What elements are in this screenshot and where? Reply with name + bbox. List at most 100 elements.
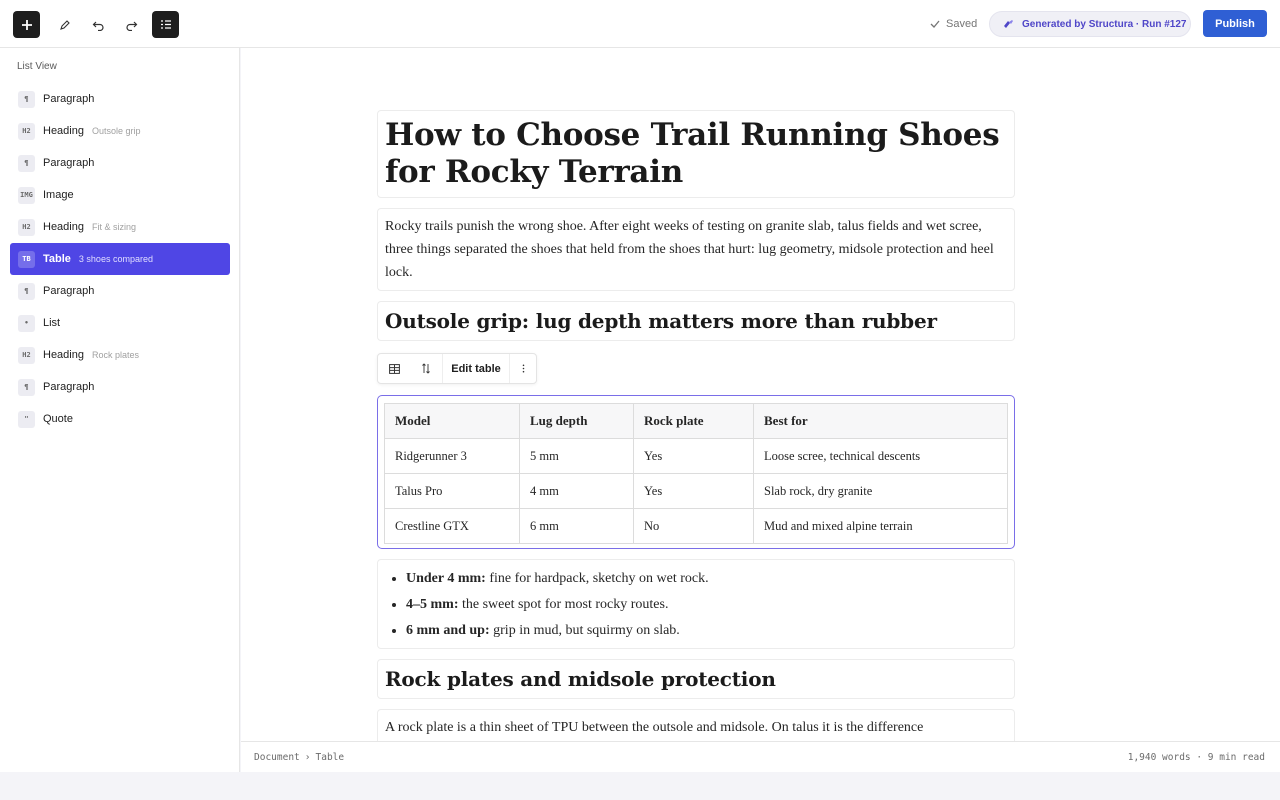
- sidebar-item-label: Heading: [43, 349, 84, 361]
- paragraph-icon: ¶: [18, 378, 35, 396]
- plus-icon: [21, 19, 32, 30]
- sidebar-item-paragraph[interactable]: ¶ Paragraph: [10, 371, 230, 403]
- sidebar-item-image[interactable]: IMG Image: [10, 179, 230, 211]
- shoe-comparison-table: Model Lug depth Rock plate Best for Ridg…: [384, 403, 1008, 544]
- breadcrumb-separator: ›: [304, 752, 311, 763]
- status-bar: Document › Table 1,940 words · 9 min rea…: [241, 741, 1280, 772]
- table-icon: [388, 363, 400, 374]
- sidebar-item-label: Paragraph: [43, 93, 95, 105]
- list-item-term: Under 4 mm:: [406, 571, 486, 586]
- table-cell[interactable]: No: [633, 508, 754, 544]
- table-header-cell[interactable]: Best for: [753, 403, 1008, 439]
- sidebar-item-label: Paragraph: [43, 157, 95, 169]
- table-cell[interactable]: Yes: [633, 473, 754, 509]
- sidebar-item-label: Heading: [43, 221, 84, 233]
- edit-table-button[interactable]: Edit table: [442, 354, 510, 383]
- publish-button[interactable]: Publish: [1203, 10, 1267, 37]
- heading-block[interactable]: Outsole grip: lug depth matters more tha…: [377, 301, 1015, 341]
- block-list: ¶ Paragraph H2 Heading Outsole grip ¶ Paragr…: [10, 83, 230, 435]
- sidebar-item-heading[interactable]: H2 Heading Fit & sizing: [10, 211, 230, 243]
- redo-button[interactable]: [118, 11, 145, 38]
- list-item[interactable]: 6 mm and up: grip in mud, but squirmy on…: [406, 618, 1007, 644]
- list-item-text: fine for hardpack, sketchy on wet rock.: [485, 571, 709, 586]
- edit-tool-button[interactable]: [51, 11, 78, 38]
- table-cell[interactable]: Mud and mixed alpine terrain: [753, 508, 1008, 544]
- table-header-row: Model Lug depth Rock plate Best for: [384, 403, 1008, 439]
- more-vertical-icon: [522, 364, 524, 373]
- undo-button[interactable]: [85, 11, 112, 38]
- heading-icon: H2: [18, 346, 35, 364]
- word-count: 1,940 words · 9 min read: [1127, 752, 1265, 763]
- table-cell[interactable]: Yes: [633, 438, 754, 474]
- sidebar-title: List View: [17, 61, 57, 72]
- editor-canvas: How to Choose Trail Running Shoes for Ro…: [241, 48, 1280, 741]
- sidebar-item-detail: Rock plates: [91, 350, 140, 360]
- table-cell[interactable]: Slab rock, dry granite: [753, 473, 1008, 509]
- table-block-toolbar: Edit table: [377, 353, 537, 384]
- sidebar-item-label: List: [43, 317, 61, 329]
- breadcrumb-root[interactable]: Document: [254, 752, 300, 763]
- redo-icon: [126, 21, 138, 31]
- table-header-cell[interactable]: Rock plate: [633, 403, 754, 439]
- sidebar-item-quote[interactable]: " Quote: [10, 403, 230, 435]
- list-item[interactable]: Under 4 mm: fine for hardpack, sketchy o…: [406, 566, 1007, 592]
- image-icon: IMG: [18, 186, 35, 204]
- table-header-cell[interactable]: Lug depth: [519, 403, 634, 439]
- table-cell[interactable]: 4 mm: [519, 473, 634, 509]
- list-item-term: 6 mm and up:: [406, 623, 490, 638]
- list-view-button[interactable]: [152, 11, 179, 38]
- table-header-cell[interactable]: Model: [384, 403, 520, 439]
- generated-badge[interactable]: Generated by Structura · Run #127: [989, 11, 1191, 37]
- sidebar-item-heading[interactable]: H2 Heading Rock plates: [10, 339, 230, 371]
- structura-logo-icon: [1004, 20, 1013, 28]
- paragraph-block[interactable]: Rocky trails punish the wrong shoe. Afte…: [377, 208, 1015, 291]
- move-button[interactable]: [410, 354, 442, 383]
- heading-icon: H2: [18, 218, 35, 236]
- paragraph-block[interactable]: A rock plate is a thin sheet of TPU betw…: [377, 709, 1015, 741]
- table-row: Ridgerunner 3 5 mm Yes Loose scree, tech…: [384, 438, 1008, 474]
- more-options-button[interactable]: [510, 354, 536, 383]
- paragraph-icon: ¶: [18, 90, 35, 108]
- sidebar-item-paragraph[interactable]: ¶ Paragraph: [10, 83, 230, 115]
- saved-label: Saved: [946, 18, 978, 30]
- sidebar-item-detail: 3 shoes compared: [78, 254, 153, 264]
- list-item-text: grip in mud, but squirmy on slab.: [489, 623, 680, 638]
- list-view-icon: [160, 20, 171, 29]
- table-type-button[interactable]: [378, 354, 410, 383]
- table-cell[interactable]: Talus Pro: [384, 473, 520, 509]
- list-item-text: the sweet spot for most rocky routes.: [458, 597, 669, 612]
- sidebar-item-label: Paragraph: [43, 381, 95, 393]
- check-icon: [930, 20, 940, 28]
- sidebar-item-label: Quote: [43, 413, 73, 425]
- sidebar-item-detail: Outsole grip: [91, 126, 141, 136]
- list-view-sidebar: List View ¶ Paragraph H2 Heading Outsole gr…: [0, 48, 240, 772]
- sidebar-item-label: Image: [43, 189, 74, 201]
- table-cell[interactable]: 6 mm: [519, 508, 634, 544]
- post-title[interactable]: How to Choose Trail Running Shoes for Ro…: [377, 110, 1015, 198]
- breadcrumb: Document › Table: [254, 742, 344, 773]
- table-cell[interactable]: Loose scree, technical descents: [753, 438, 1008, 474]
- sidebar-item-heading[interactable]: H2 Heading Outsole grip: [10, 115, 230, 147]
- move-arrows-icon: [422, 363, 430, 374]
- saved-status: Saved: [930, 0, 977, 48]
- breadcrumb-current[interactable]: Table: [316, 752, 345, 763]
- table-cell[interactable]: 5 mm: [519, 438, 634, 474]
- sidebar-item-detail: Fit & sizing: [91, 222, 136, 232]
- heading-block[interactable]: Rock plates and midsole protection: [377, 659, 1015, 699]
- sidebar-item-table[interactable]: TB Table 3 shoes compared: [10, 243, 230, 275]
- sidebar-item-paragraph[interactable]: ¶ Paragraph: [10, 275, 230, 307]
- heading-icon: H2: [18, 122, 35, 140]
- list-block[interactable]: Under 4 mm: fine for hardpack, sketchy o…: [377, 559, 1015, 649]
- table-icon: TB: [18, 250, 35, 268]
- list-icon: •: [18, 314, 35, 332]
- sidebar-item-paragraph[interactable]: ¶ Paragraph: [10, 147, 230, 179]
- table-cell[interactable]: Ridgerunner 3: [384, 438, 520, 474]
- add-block-button[interactable]: [13, 11, 40, 38]
- generated-label: Generated by Structura · Run #127: [1022, 18, 1187, 30]
- list-item[interactable]: 4–5 mm: the sweet spot for most rocky ro…: [406, 592, 1007, 618]
- sidebar-item-label: Paragraph: [43, 285, 95, 297]
- sidebar-item-list[interactable]: • List: [10, 307, 230, 339]
- table-block[interactable]: Model Lug depth Rock plate Best for Ridg…: [377, 395, 1015, 549]
- table-cell[interactable]: Crestline GTX: [384, 508, 520, 544]
- quote-icon: ": [18, 410, 35, 428]
